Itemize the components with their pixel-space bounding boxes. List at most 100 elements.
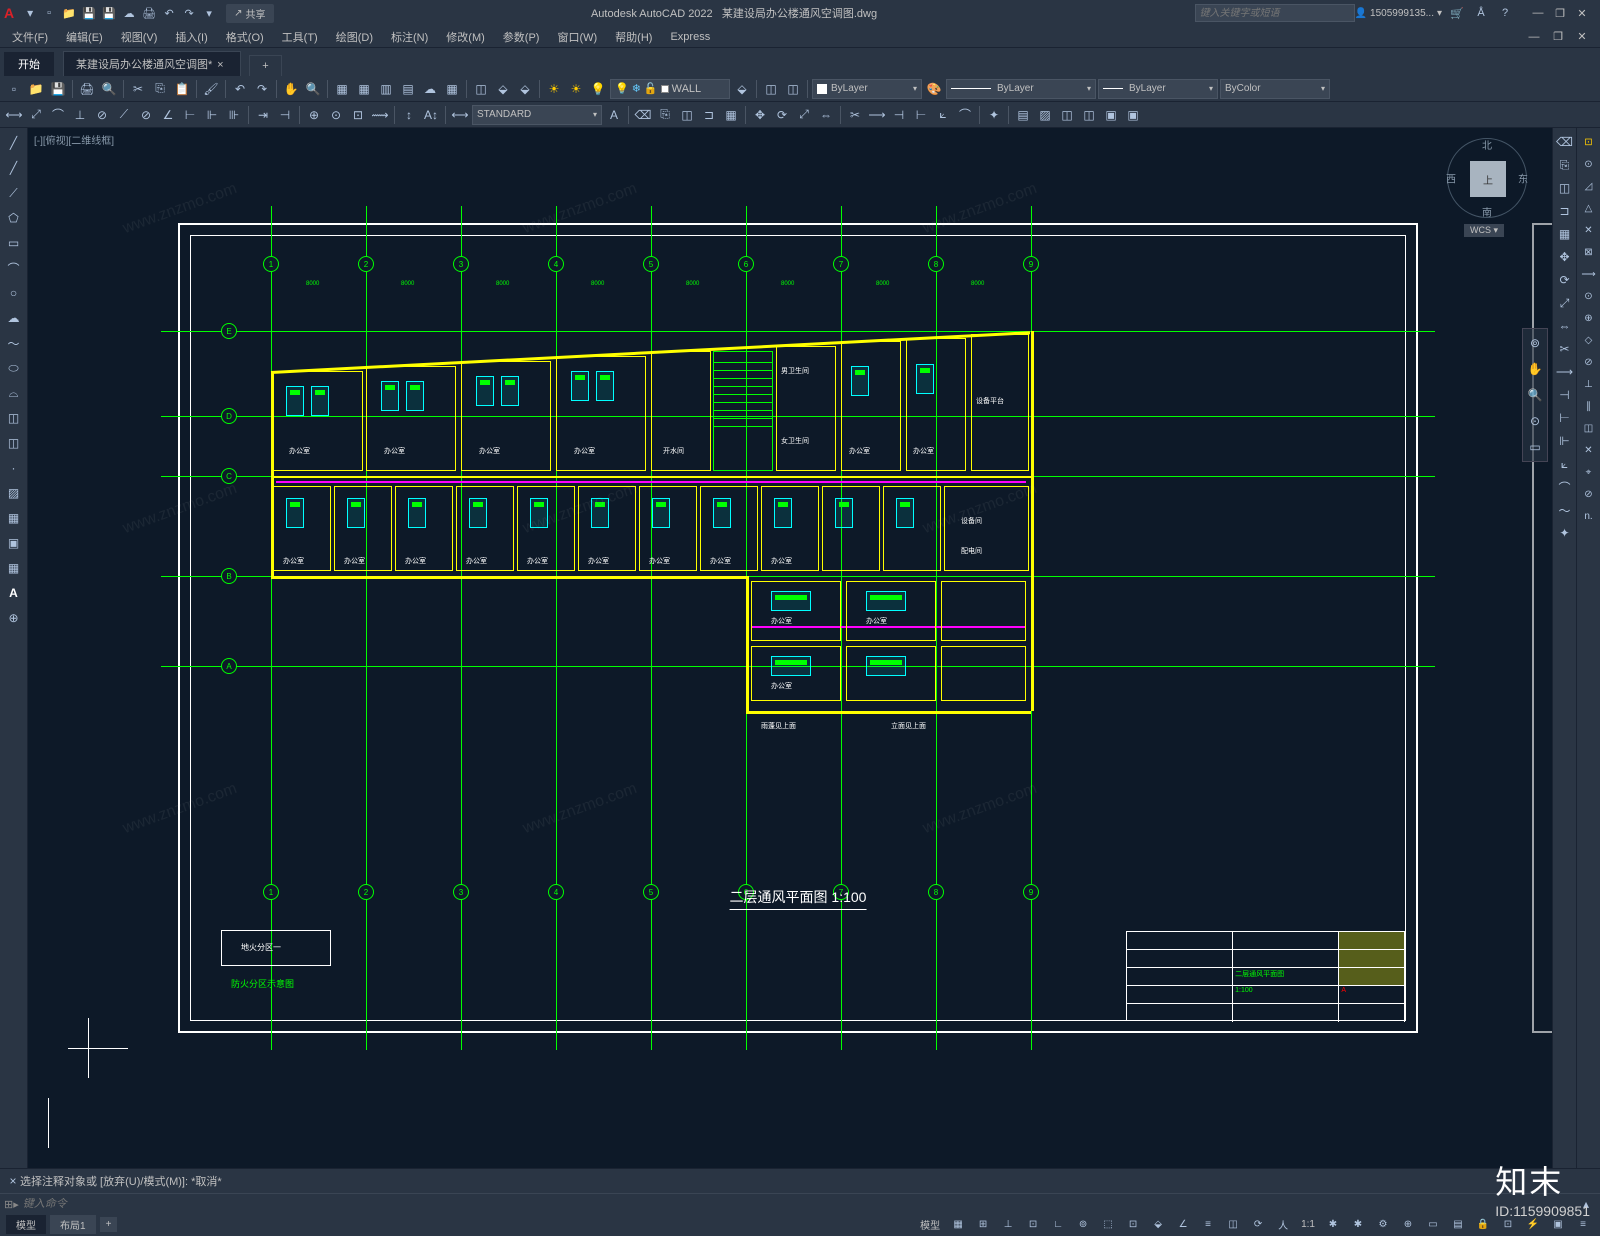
tb-save-icon[interactable]: 💾 [48, 79, 68, 99]
plot-icon[interactable]: 🖨 [140, 4, 158, 22]
breakpoint-icon[interactable]: ⊣ [1555, 385, 1575, 405]
gradient-tool-icon[interactable]: ▦ [3, 507, 25, 529]
tb-markup-icon[interactable]: ☁ [420, 79, 440, 99]
lwt-toggle-icon[interactable]: ≡ [1197, 1215, 1219, 1235]
tb-designcenter-icon[interactable]: ▦ [354, 79, 374, 99]
drawing-canvas[interactable]: [-][俯视][二维线框] 上 北 南 东 西 WCS ▾ [28, 128, 1552, 1168]
snap-from-icon[interactable]: ⊙ [1579, 154, 1599, 174]
share-button[interactable]: ↗共享 [226, 4, 273, 23]
nav-orbit-icon[interactable]: ⊙ [1525, 411, 1545, 431]
selection-cycling-icon[interactable]: ⟳ [1247, 1215, 1269, 1235]
dimstyle-icon[interactable]: ⟷ [450, 105, 470, 125]
ellipse-tool-icon[interactable]: ⬭ [3, 357, 25, 379]
menu-view[interactable]: 视图(V) [113, 27, 166, 47]
stretch-icon[interactable]: ⇔ [1555, 316, 1575, 336]
mod-mirror-icon[interactable]: ◫ [677, 105, 697, 125]
infer-toggle-icon[interactable]: ⊥ [997, 1215, 1019, 1235]
copy-icon[interactable]: ⎘ [1555, 155, 1575, 175]
tb-layer-lock-icon[interactable]: ☀ [566, 79, 586, 99]
chamfer-icon[interactable]: ⟀ [1555, 454, 1575, 474]
undo-icon[interactable]: ↶ [160, 4, 178, 22]
text-style-icon[interactable]: A [604, 105, 624, 125]
tb-open-icon[interactable]: 📁 [26, 79, 46, 99]
menu-modify[interactable]: 修改(M) [438, 27, 493, 47]
snap-center-icon[interactable]: ⊙ [1579, 286, 1599, 306]
apps-icon[interactable]: Å [1472, 4, 1490, 22]
command-input[interactable] [23, 1198, 1576, 1210]
polar-toggle-icon[interactable]: ⊚ [1072, 1215, 1094, 1235]
saveas-icon[interactable]: 💾 [100, 4, 118, 22]
menu-format[interactable]: 格式(O) [218, 27, 272, 47]
tb-layer-off-icon[interactable]: 💡 [588, 79, 608, 99]
rotate-icon[interactable]: ⟳ [1555, 270, 1575, 290]
tolerance-icon[interactable]: ⊕ [304, 105, 324, 125]
mod-fillet-icon[interactable]: ⌒ [955, 105, 975, 125]
snap-extension-icon[interactable]: ⟶ [1579, 264, 1599, 284]
dynamic-input-icon[interactable]: ⊡ [1022, 1215, 1044, 1235]
command-history[interactable]: × 选择注释对象或 [放弃(U)/模式(M)]: *取消* [0, 1169, 1600, 1193]
cart-icon[interactable]: 🛒 [1448, 4, 1466, 22]
web-save-icon[interactable]: ☁ [120, 4, 138, 22]
tb-paste-icon[interactable]: 📋 [172, 79, 192, 99]
titlebar-dropdown-icon[interactable]: ▾ [20, 3, 40, 23]
fillet-icon[interactable]: ⌒ [1555, 477, 1575, 497]
mod-trim-icon[interactable]: ✂ [845, 105, 865, 125]
mod-erase-icon[interactable]: ⌫ [633, 105, 653, 125]
rectangle-tool-icon[interactable]: ▭ [3, 232, 25, 254]
trim-icon[interactable]: ✂ [1555, 339, 1575, 359]
addselected-tool-icon[interactable]: ⊕ [3, 607, 25, 629]
help-icon[interactable]: ? [1496, 4, 1514, 22]
extend-icon[interactable]: ⟶ [1555, 362, 1575, 382]
dim-continue-icon[interactable]: ⊪ [224, 105, 244, 125]
tb-undo-icon[interactable]: ↶ [230, 79, 250, 99]
add-layout-button[interactable]: + [100, 1217, 118, 1232]
snap-tangent-icon[interactable]: ⊘ [1579, 352, 1599, 372]
arc-tool-icon[interactable]: ⌒ [3, 257, 25, 279]
snap-endpoint-icon[interactable]: ◿ [1579, 176, 1599, 196]
snap-quadrant-icon[interactable]: ◇ [1579, 330, 1599, 350]
tb-layermatch-icon[interactable]: ⬙ [732, 79, 752, 99]
tb-new-icon[interactable]: ▫ [4, 79, 24, 99]
erase-icon[interactable]: ⌫ [1555, 132, 1575, 152]
lineweight-dropdown[interactable]: ByLayer [1098, 79, 1218, 99]
nav-wheel-icon[interactable]: ⊚ [1525, 333, 1545, 353]
layout1-tab[interactable]: 布局1 [50, 1215, 96, 1234]
modelspace-label[interactable]: 模型 [916, 1217, 944, 1232]
nav-showmotion-icon[interactable]: ▭ [1525, 437, 1545, 457]
ellipsearc-tool-icon[interactable]: ⌓ [3, 382, 25, 404]
grid-toggle-icon[interactable]: ▦ [947, 1215, 969, 1235]
3dosnap-icon[interactable]: ⬙ [1147, 1215, 1169, 1235]
user-menu[interactable]: 👤1505999135...▾ [1355, 8, 1442, 19]
tb-color-icon[interactable]: 🎨 [924, 79, 944, 99]
mod-break-icon[interactable]: ⊣ [889, 105, 909, 125]
ortho-toggle-icon[interactable]: ∟ [1047, 1215, 1069, 1235]
tb-quickcalc-icon[interactable]: ▦ [442, 79, 462, 99]
tb-layer-freeze-icon[interactable]: ☀ [544, 79, 564, 99]
break-icon[interactable]: ⊢ [1555, 408, 1575, 428]
mod-join-icon[interactable]: ⊢ [911, 105, 931, 125]
transparency-icon[interactable]: ◫ [1222, 1215, 1244, 1235]
hatch-edit-icon[interactable]: ▨ [1035, 105, 1055, 125]
doc-restore-button[interactable]: ❐ [1548, 28, 1568, 46]
tb-pan-icon[interactable]: ✋ [281, 79, 301, 99]
tb-layers-icon[interactable]: ◫ [471, 79, 491, 99]
annotation-visibility-icon[interactable]: ✱ [1322, 1215, 1344, 1235]
point-tool-icon[interactable]: · [3, 457, 25, 479]
snap-node-icon[interactable]: ✕ [1579, 440, 1599, 460]
dim-aligned-icon[interactable]: ⤢ [26, 105, 46, 125]
tb-zoom-icon[interactable]: 🔍 [303, 79, 323, 99]
menu-file[interactable]: 文件(F) [4, 27, 56, 47]
tb-props-icon[interactable]: ▦ [332, 79, 352, 99]
polygon-tool-icon[interactable]: ⬠ [3, 207, 25, 229]
move-icon[interactable]: ✥ [1555, 247, 1575, 267]
centermark-icon[interactable]: ⊙ [326, 105, 346, 125]
wcs-dropdown[interactable]: WCS ▾ [1464, 224, 1504, 237]
mod-extend-icon[interactable]: ⟶ [867, 105, 887, 125]
circle-tool-icon[interactable]: ○ [3, 282, 25, 304]
dim-space-icon[interactable]: ⇥ [253, 105, 273, 125]
array-icon[interactable]: ▦ [1555, 224, 1575, 244]
layer-dropdown[interactable]: 💡 ❄ 🔓 WALL [610, 79, 730, 99]
viewcube[interactable]: 上 北 南 东 西 WCS ▾ [1442, 138, 1532, 258]
mod-offset-icon[interactable]: ⊐ [699, 105, 719, 125]
document-tab[interactable]: 某建设局办公楼通风空调图*× [63, 51, 241, 76]
